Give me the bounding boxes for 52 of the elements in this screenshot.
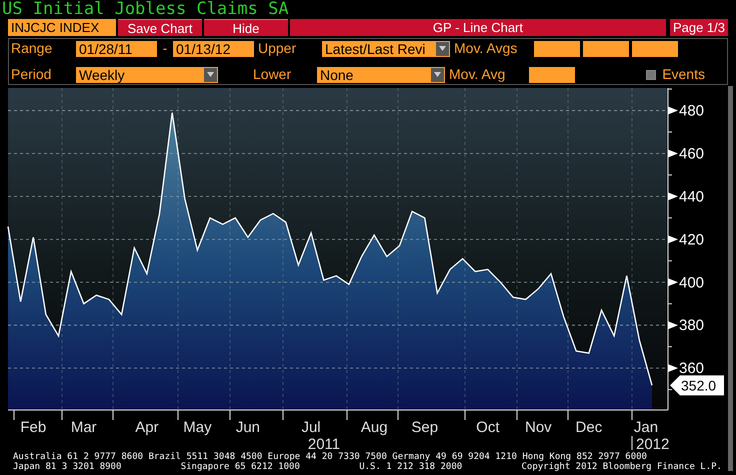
input-field[interactable] [529,66,575,82]
field-label: Mov. Avgs [454,39,518,58]
footer-text: U.S. 1 212 318 2000 [359,462,462,472]
x-tick-label: Feb [20,419,46,436]
footer-text: Japan 81 3 3201 8900 [13,462,122,472]
x-tick-label: Nov [525,419,552,436]
date-field[interactable]: 01/13/12 [173,40,254,56]
range-separator: - [162,39,168,58]
input-field[interactable] [583,40,629,56]
last-value-tag: 352.0 [670,375,724,396]
field-label: Period [11,65,52,84]
y-tick-label: 440 [679,188,704,206]
lower-dropdown[interactable]: None [317,66,445,82]
x-tick-label: Jun [236,419,260,436]
x-tick-label: Aug [360,419,388,436]
year-label: 2012 [636,436,670,453]
x-tick-label: Oct [476,419,500,436]
x-tick-label: Sep [411,419,438,436]
y-tick-label: 380 [679,317,704,334]
events-label: Events [662,65,705,84]
field-label: Range [11,39,54,58]
date-field[interactable]: 01/28/11 [76,40,157,56]
year-label: 2011 [308,436,340,453]
y-tick-label: 480 [679,102,704,120]
input-field[interactable] [632,40,678,56]
ticker-label: INJCJC INDEX [8,19,116,36]
chart-title-bar: GP - Line Chart [290,19,666,36]
toolbar-button[interactable]: Save Chart [118,19,202,36]
page-indicator: Page 1/3 [670,19,728,36]
upper-dropdown[interactable]: Latest/Last Revi [322,40,450,56]
y-tick-label: 420 [679,231,704,248]
x-tick-label: Jul [301,419,321,436]
field-label: Lower [253,65,292,84]
x-tick-label: Mar [70,419,97,436]
field-label: Upper [258,39,298,58]
window-title: US Initial Jobless Claims SA [1,0,290,19]
period-dropdown[interactable]: Weekly [76,66,218,82]
scrollbar[interactable] [728,86,733,471]
y-tick-label: 400 [679,274,704,292]
x-tick-label: Apr [135,419,159,436]
footer-text: Singapore 65 6212 1000 [180,462,300,472]
x-tick-label: Jan [634,419,658,436]
footer-text: Copyright 2012 Bloomberg Finance L.P. [521,462,722,472]
x-tick-label: May [183,419,212,436]
y-tick-label: 460 [679,145,704,162]
y-tick-label: 360 [679,360,704,378]
events-checkbox[interactable] [646,70,656,80]
footer-text: Australia 61 2 9777 8600 Brazil 5511 3048 4500 Europe 44 20 7330 7500 Germany 49 69 9204 1210 Hong Kong 852 2977 6000 [13,452,647,462]
field-label: Mov. Avg [449,65,506,84]
x-tick-label: Dec [576,419,602,436]
toolbar-button[interactable]: Hide [204,19,288,36]
input-field[interactable] [534,40,580,56]
